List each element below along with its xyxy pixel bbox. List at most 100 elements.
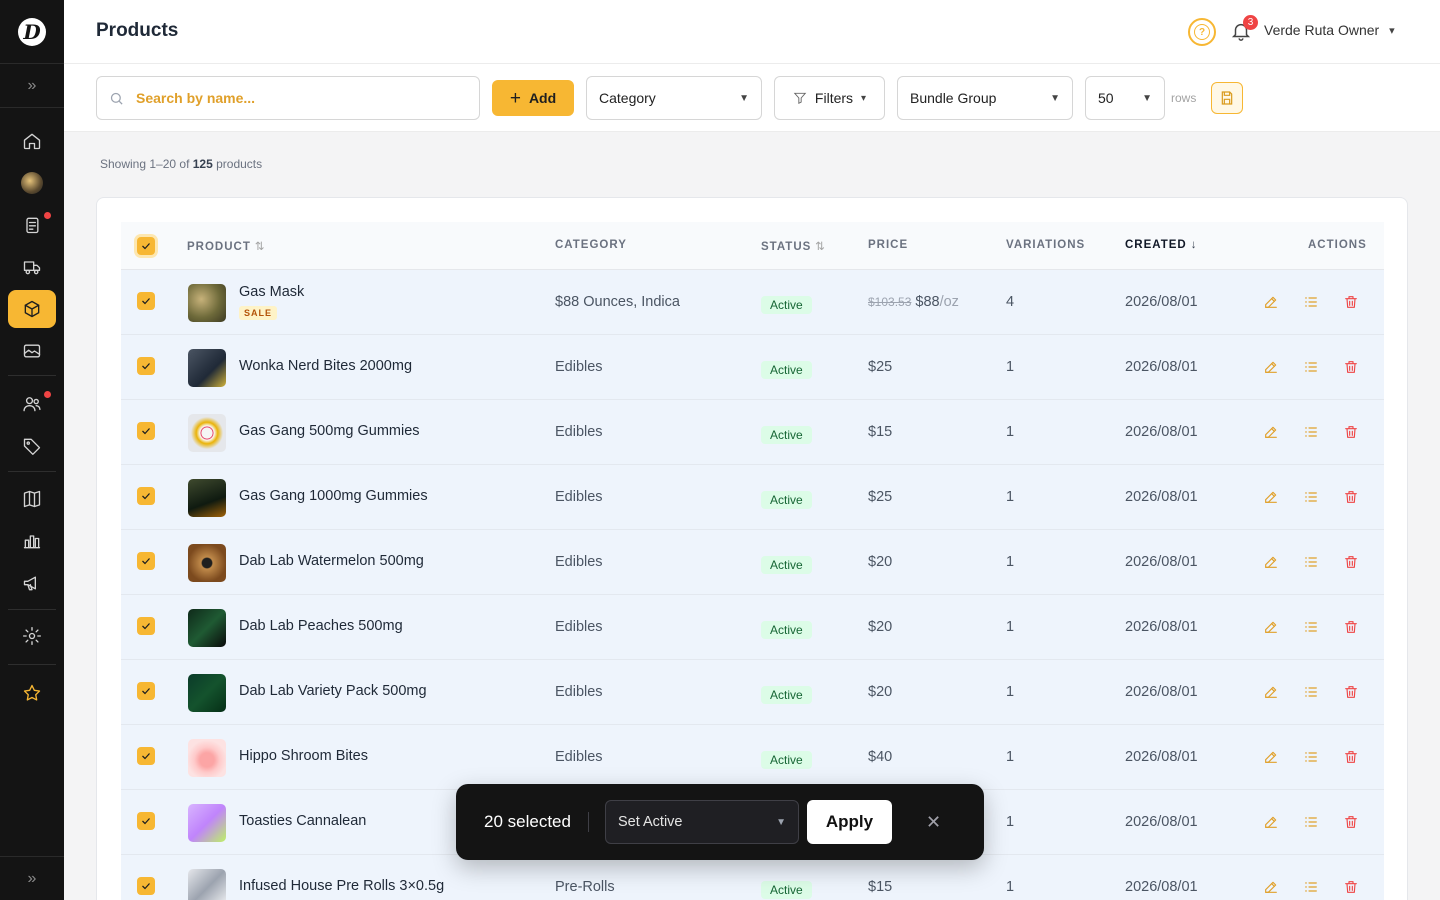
edit-button[interactable]: [1263, 749, 1281, 767]
chevron-down-icon: ▾: [861, 92, 867, 104]
save-view-button[interactable]: [1211, 82, 1243, 114]
product-name[interactable]: Dab Lab Variety Pack 500mg: [239, 683, 427, 699]
table-row[interactable]: Hippo Shroom Bites Edibles Active $40 1 2026/…: [121, 725, 1384, 790]
sidebar-item-delivery[interactable]: [8, 248, 56, 286]
user-menu[interactable]: Verde Ruta Owner ▾: [1264, 22, 1395, 38]
product-name[interactable]: Gas Gang 500mg Gummies: [239, 423, 420, 439]
edit-icon: [1265, 621, 1277, 633]
row-checkbox[interactable]: [137, 487, 155, 505]
delete-button[interactable]: [1343, 489, 1361, 507]
close-icon[interactable]: ✕: [926, 812, 941, 832]
sidebar-item-settings[interactable]: [8, 617, 56, 655]
row-checkbox[interactable]: [137, 747, 155, 765]
row-checkbox[interactable]: [137, 617, 155, 635]
table-row[interactable]: Dab Lab Variety Pack 500mg Edibles Active $…: [121, 660, 1384, 725]
row-checkbox[interactable]: [137, 552, 155, 570]
help-icon[interactable]: ?: [1188, 18, 1216, 46]
search-input[interactable]: [136, 90, 456, 106]
edit-button[interactable]: [1263, 554, 1281, 572]
add-label: Add: [528, 90, 557, 106]
product-name[interactable]: Dab Lab Watermelon 500mg: [239, 553, 424, 569]
row-checkbox[interactable]: [137, 877, 155, 895]
product-name[interactable]: Dab Lab Peaches 500mg: [239, 618, 403, 634]
edit-button[interactable]: [1263, 489, 1281, 507]
filters-label: Filters: [814, 90, 854, 106]
variations-button[interactable]: [1303, 489, 1321, 507]
variations-button[interactable]: [1303, 619, 1321, 637]
delete-button[interactable]: [1343, 814, 1361, 832]
sidebar-item-analytics[interactable]: [8, 522, 56, 560]
sidebar-expand-icon[interactable]: »: [0, 64, 64, 108]
delete-button[interactable]: [1343, 879, 1361, 897]
table-row[interactable]: Wonka Nerd Bites 2000mg Edibles Active $25 1…: [121, 335, 1384, 400]
column-status[interactable]: STATUS ⇅: [761, 239, 825, 253]
row-checkbox[interactable]: [137, 682, 155, 700]
column-created[interactable]: CREATED ↓: [1125, 239, 1196, 251]
sidebar-item-media[interactable]: [8, 332, 56, 370]
rows-per-page-select[interactable]: 50 ▼: [1085, 76, 1165, 120]
variations-button[interactable]: [1303, 749, 1321, 767]
apply-button[interactable]: Apply: [807, 800, 892, 844]
sidebar-item-customers[interactable]: [8, 385, 56, 423]
variations-button[interactable]: [1303, 554, 1321, 572]
sidebar-item-store[interactable]: [8, 164, 56, 202]
add-product-button[interactable]: + Add: [492, 80, 574, 116]
product-created: 2026/08/01: [1125, 359, 1198, 375]
sidebar-item-marketing[interactable]: [8, 564, 56, 602]
row-checkbox[interactable]: [137, 422, 155, 440]
delete-button[interactable]: [1343, 294, 1361, 312]
variations-button[interactable]: [1303, 359, 1321, 377]
variations-button[interactable]: [1303, 294, 1321, 312]
product-name[interactable]: Infused House Pre Rolls 3×0.5g: [239, 878, 444, 894]
variations-button[interactable]: [1303, 814, 1321, 832]
variations-button[interactable]: [1303, 879, 1321, 897]
category-select[interactable]: Category ▼: [586, 76, 762, 120]
table-row[interactable]: Gas Gang 500mg Gummies Edibles Active $15 1 2…: [121, 400, 1384, 465]
table-row[interactable]: Dab Lab Watermelon 500mg Edibles Active $20…: [121, 530, 1384, 595]
sidebar-collapse-icon[interactable]: »: [0, 856, 64, 900]
sidebar-item-products[interactable]: [8, 290, 56, 328]
sidebar-item-orders[interactable]: [8, 206, 56, 244]
check-icon: [142, 623, 150, 630]
row-checkbox[interactable]: [137, 357, 155, 375]
table-row[interactable]: Gas Mask SALE $88 Ounces, Indica Active $103…: [121, 270, 1384, 335]
product-name[interactable]: Gas Mask: [239, 284, 304, 300]
notifications-button[interactable]: 3: [1230, 15, 1258, 44]
filters-button[interactable]: Filters ▾: [774, 76, 885, 120]
orders-icon: [26, 217, 39, 234]
sidebar-item-favorites[interactable]: [8, 674, 56, 712]
product-name[interactable]: Wonka Nerd Bites 2000mg: [239, 358, 412, 374]
select-all-checkbox[interactable]: [137, 237, 155, 255]
edit-button[interactable]: [1263, 294, 1281, 312]
bulk-action-select[interactable]: Set Active ▼: [605, 800, 799, 844]
product-name[interactable]: Toasties Cannalean: [239, 813, 366, 829]
row-checkbox[interactable]: [137, 292, 155, 310]
search-box[interactable]: [96, 76, 480, 120]
edit-button[interactable]: [1263, 619, 1281, 637]
delete-button[interactable]: [1343, 684, 1361, 702]
delete-button[interactable]: [1343, 749, 1361, 767]
table-row[interactable]: Infused House Pre Rolls 3×0.5g Pre-Rolls A…: [121, 855, 1384, 900]
product-name[interactable]: Gas Gang 1000mg Gummies: [239, 488, 428, 504]
bundle-group-select[interactable]: Bundle Group ▼: [897, 76, 1073, 120]
table-row[interactable]: Gas Gang 1000mg Gummies Edibles Active $25 1…: [121, 465, 1384, 530]
row-checkbox[interactable]: [137, 812, 155, 830]
edit-button[interactable]: [1263, 424, 1281, 442]
variations-button[interactable]: [1303, 424, 1321, 442]
column-product[interactable]: PRODUCT ⇅: [187, 239, 265, 253]
delete-button[interactable]: [1343, 554, 1361, 572]
edit-button[interactable]: [1263, 879, 1281, 897]
sidebar-item-home[interactable]: [8, 122, 56, 160]
brand-logo[interactable]: D: [0, 0, 64, 64]
variations-button[interactable]: [1303, 684, 1321, 702]
delete-button[interactable]: [1343, 359, 1361, 377]
sidebar-item-catalog[interactable]: [8, 480, 56, 518]
delete-button[interactable]: [1343, 424, 1361, 442]
edit-button[interactable]: [1263, 814, 1281, 832]
edit-button[interactable]: [1263, 359, 1281, 377]
table-row[interactable]: Dab Lab Peaches 500mg Edibles Active $20 1 20…: [121, 595, 1384, 660]
edit-button[interactable]: [1263, 684, 1281, 702]
sidebar-item-promotions[interactable]: [8, 427, 56, 465]
product-name[interactable]: Hippo Shroom Bites: [239, 748, 368, 764]
delete-button[interactable]: [1343, 619, 1361, 637]
